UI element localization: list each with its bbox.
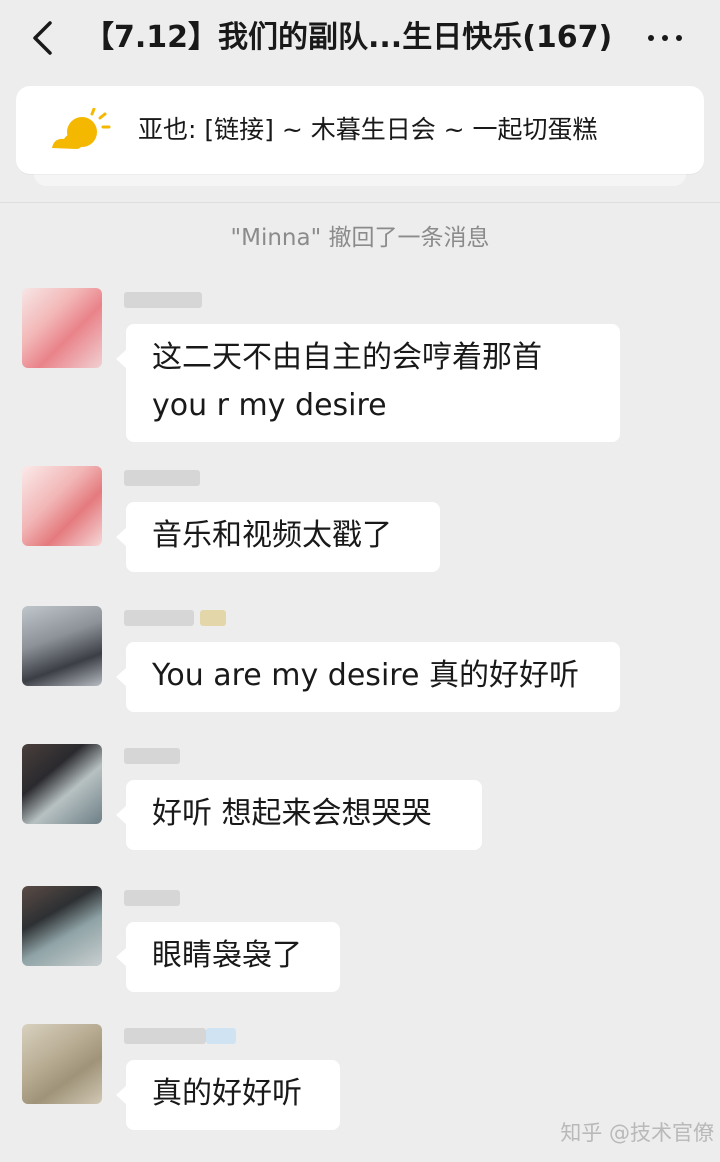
sender-name-blurred [124,292,202,308]
avatar[interactable] [22,744,102,824]
more-dot-icon [676,35,682,41]
message-bubble[interactable]: 眼睛袅袅了 [116,922,340,992]
divider [0,202,720,203]
avatar[interactable] [22,1024,102,1104]
more-options-button[interactable] [640,18,690,58]
message-text: 音乐和视频太戳了 [152,518,392,553]
message-text: You are my desire 真的好好听 [152,658,579,693]
message-bubble[interactable]: You are my desire 真的好好听 [116,642,620,712]
pinned-message-card[interactable]: 亚也: [链接] ~ 木暮生日会 ~ 一起切蛋糕 [16,86,704,174]
chat-title: 【7.12】我们的副队...生日快乐(167) [84,20,613,55]
sender-name-blurred [124,470,200,486]
chat-header: 【7.12】我们的副队...生日快乐(167) [0,0,720,78]
back-button[interactable] [22,18,62,58]
message-text: 这二天不由自主的会哼着那首 [152,340,542,375]
more-dot-icon [648,35,654,41]
chevron-left-icon [33,21,52,55]
sun-cloud-icon [52,108,111,149]
avatar[interactable] [22,886,102,966]
sender-badge-blurred [206,1028,236,1044]
sender-name-blurred [124,748,180,764]
message-bubble[interactable]: 音乐和视频太戳了 [116,502,440,572]
message-text: 真的好好听 [152,1076,302,1111]
message-text: 眼睛袅袅了 [152,938,302,973]
sender-name-blurred [124,610,194,626]
message-bubble[interactable]: 好听 想起来会想哭哭 [116,780,482,850]
sender-name-blurred [124,1028,206,1044]
more-dot-icon [662,35,668,41]
avatar[interactable] [22,606,102,686]
message-bubble[interactable]: 这二天不由自主的会哼着那首 you r my desire [116,324,620,442]
avatar[interactable] [22,288,102,368]
watermark: 知乎 @技术官僚 [560,1121,714,1145]
message-text: you r my desire [152,388,387,423]
pinned-message-text: 亚也: [链接] ~ 木暮生日会 ~ 一起切蛋糕 [138,115,598,144]
pinned-card-stack [34,172,686,186]
sender-name-blurred [124,890,180,906]
message-text: 好听 想起来会想哭哭 [152,796,432,831]
recall-notice: "Minna" 撤回了一条消息 [230,225,490,251]
avatar[interactable] [22,466,102,546]
sender-badge-blurred [200,610,226,626]
message-bubble[interactable]: 真的好好听 [116,1060,340,1130]
